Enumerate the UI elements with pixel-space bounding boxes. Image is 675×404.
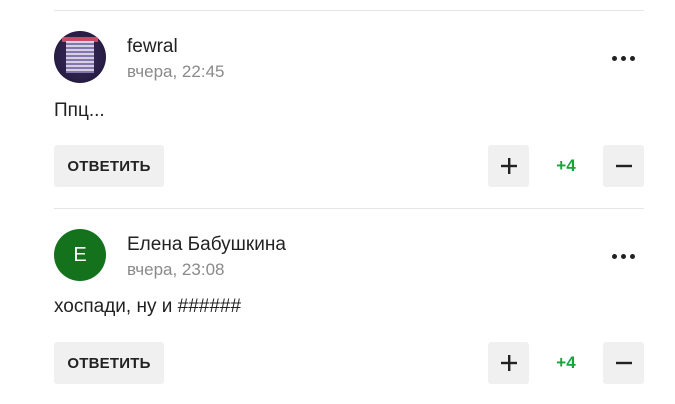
- downvote-button[interactable]: [603, 342, 644, 384]
- more-dots-icon-dot: [629, 253, 635, 259]
- comment-item: fewral вчера, 22:45 Ппц... ОТВЕТИТЬ +4: [0, 0, 675, 190]
- minus-icon: [615, 164, 632, 168]
- comment-item: Е Елена Бабушкина вчера, 23:08 хоспади, …: [0, 198, 675, 388]
- comment-text: хоспади, ну и ######: [54, 296, 242, 317]
- upvote-button[interactable]: [488, 342, 529, 384]
- avatar-letter: Е: [73, 243, 87, 266]
- minus-icon: [615, 361, 632, 365]
- reply-button[interactable]: ОТВЕТИТЬ: [54, 342, 164, 384]
- more-options-button[interactable]: [607, 48, 639, 68]
- reply-button[interactable]: ОТВЕТИТЬ: [54, 145, 164, 187]
- comment-timestamp: вчера, 22:45: [127, 62, 225, 81]
- avatar[interactable]: Е: [54, 229, 106, 281]
- downvote-button[interactable]: [603, 145, 644, 187]
- more-dots-icon-dot: [620, 55, 626, 61]
- author-name[interactable]: fewral: [127, 36, 178, 58]
- comment-timestamp: вчера, 23:08: [127, 260, 225, 279]
- upvote-button[interactable]: [488, 145, 529, 187]
- more-dots-icon: [611, 55, 617, 61]
- more-dots-icon: [611, 253, 617, 259]
- plus-icon: [500, 158, 517, 174]
- vote-score: +4: [556, 156, 576, 175]
- author-name[interactable]: Елена Бабушкина: [127, 234, 286, 256]
- comment-text: Ппц...: [54, 100, 105, 121]
- plus-icon: [500, 355, 517, 371]
- vote-score: +4: [556, 353, 576, 372]
- more-options-button[interactable]: [607, 246, 639, 266]
- more-dots-icon-dot: [629, 55, 635, 61]
- avatar-image: [66, 41, 94, 73]
- more-dots-icon-dot: [620, 253, 626, 259]
- avatar[interactable]: [54, 31, 106, 83]
